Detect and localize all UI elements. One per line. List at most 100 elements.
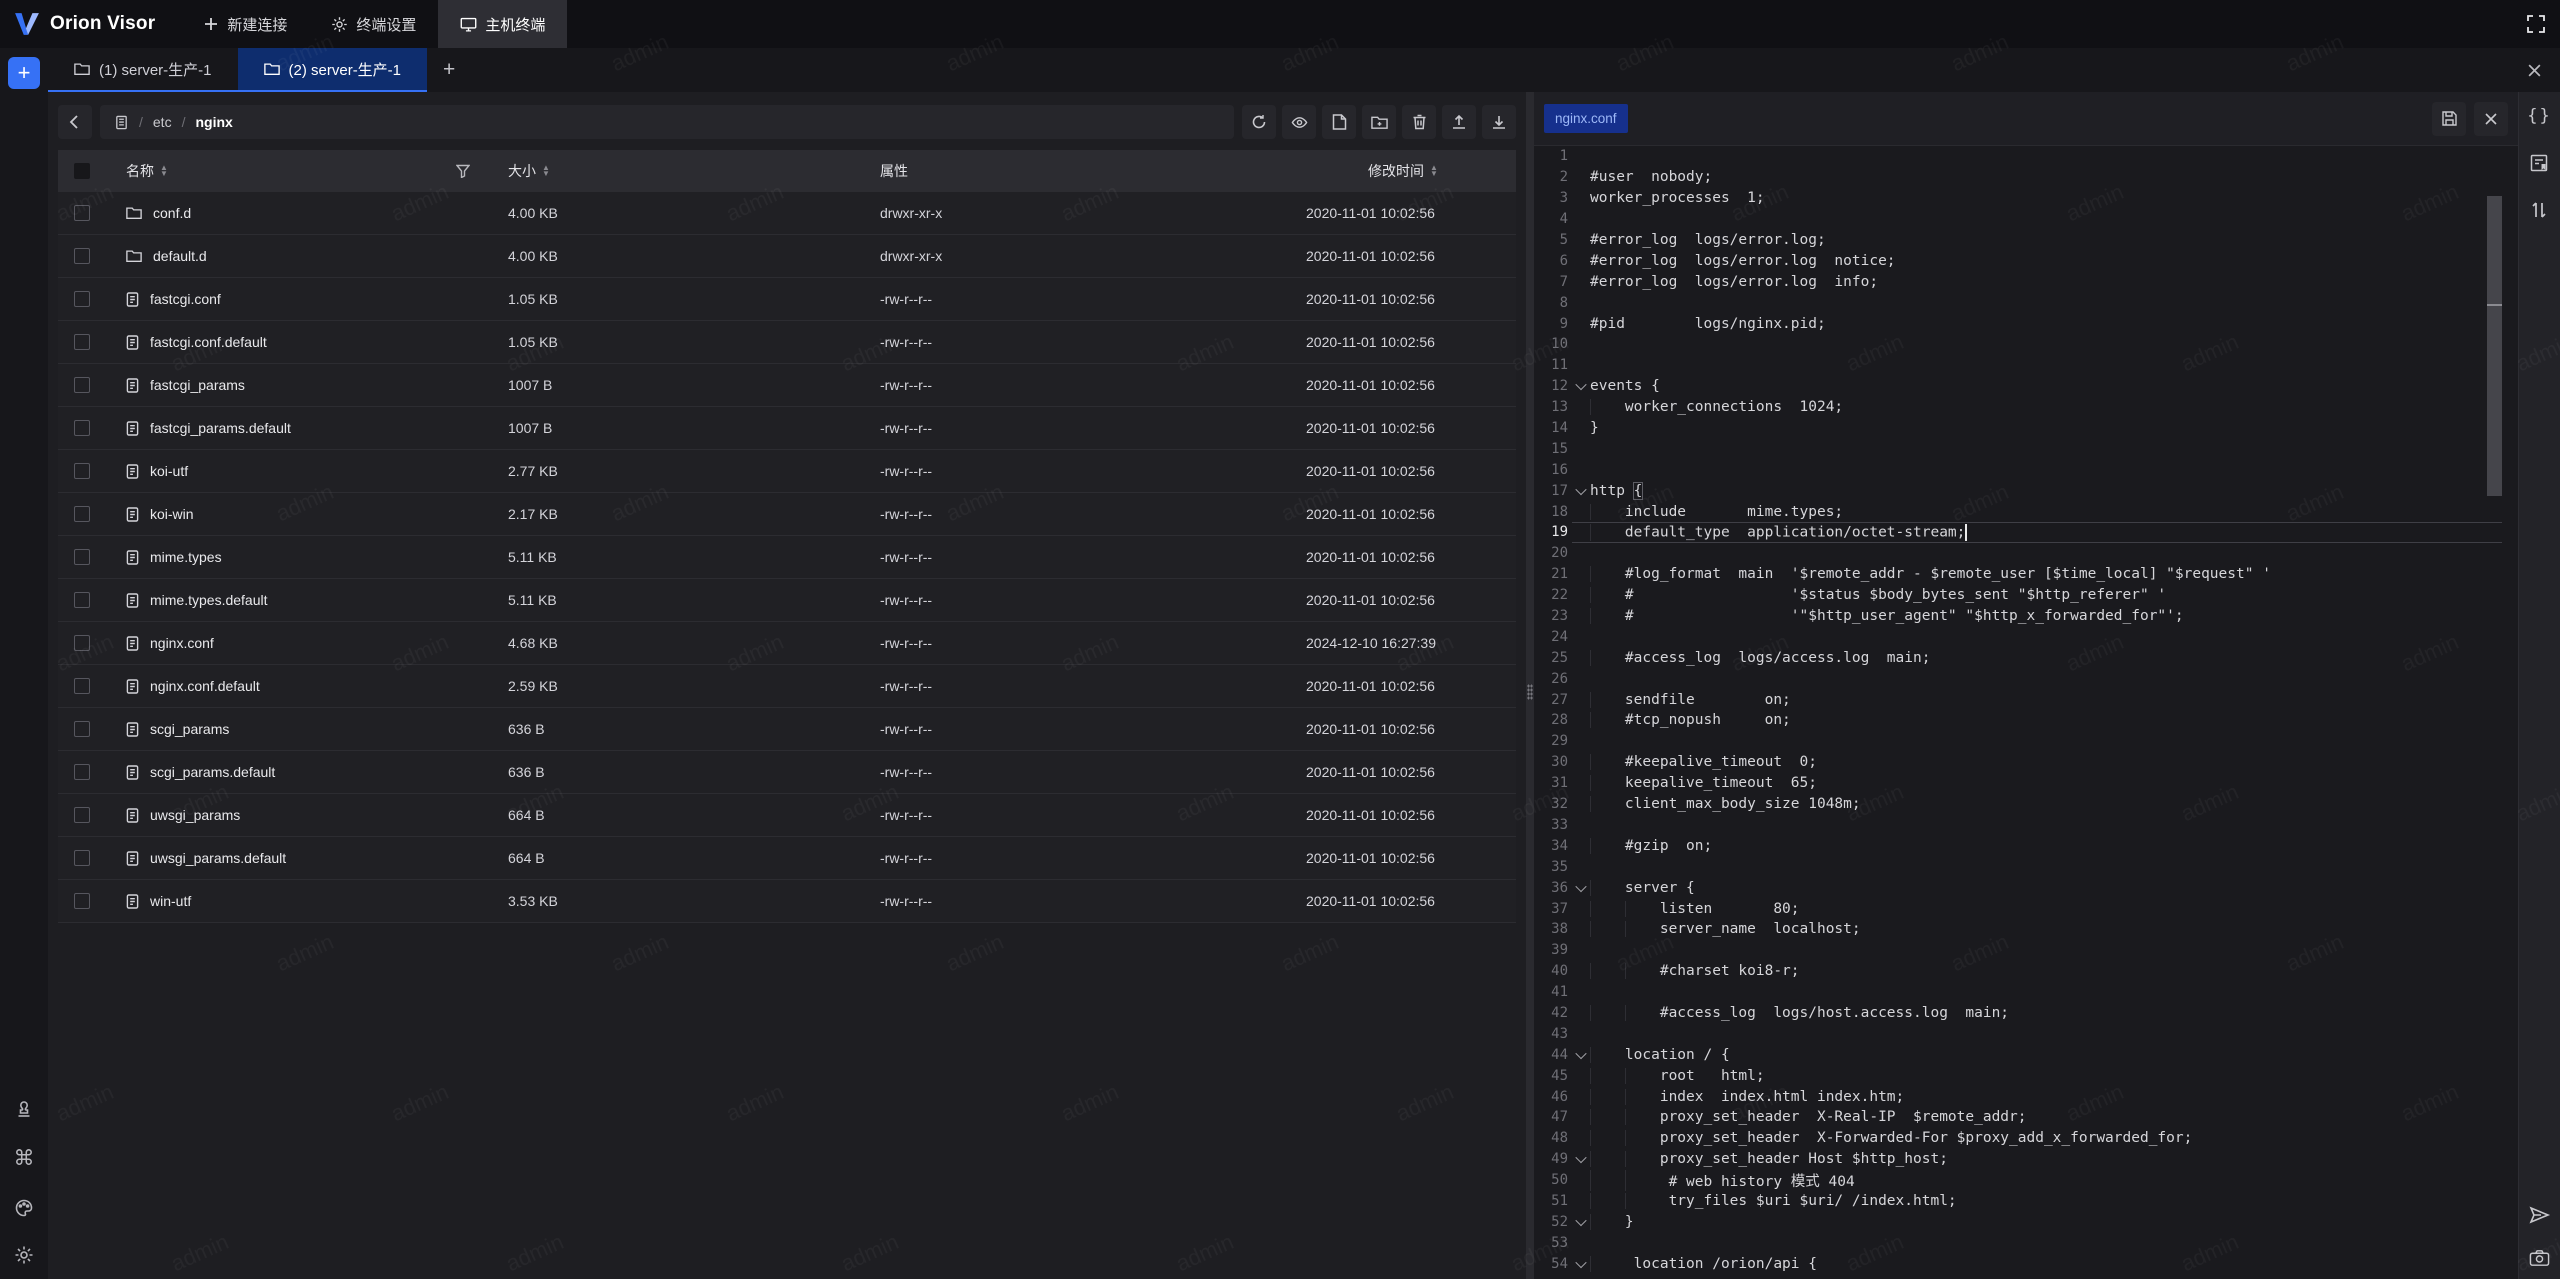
code-line[interactable]: 54 location /orion/api {	[1534, 1253, 2518, 1274]
code-line[interactable]: 22 # '$status $body_bytes_sent "$http_re…	[1534, 585, 2518, 606]
code-line[interactable]: 12events {	[1534, 376, 2518, 397]
code-line[interactable]: 48 proxy_set_header X-Forwarded-For $pro…	[1534, 1128, 2518, 1149]
fold-chevron-icon[interactable]	[1575, 1215, 1586, 1226]
code-line[interactable]: 43	[1534, 1023, 2518, 1044]
file-name-cell[interactable]: fastcgi_params.default	[114, 420, 496, 436]
code-line[interactable]: 18 include mime.types;	[1534, 501, 2518, 522]
table-row[interactable]: scgi_params.default636 B-rw-r--r--2020-1…	[58, 751, 1516, 794]
code-line[interactable]: 40 #charset koi8-r;	[1534, 961, 2518, 982]
code-line[interactable]: 1	[1534, 146, 2518, 167]
tab-server-1[interactable]: (1) server-生产-1	[48, 48, 238, 90]
file-name-cell[interactable]: mime.types	[114, 549, 496, 565]
new-file-button[interactable]	[1322, 105, 1356, 139]
code-line[interactable]: 29	[1534, 731, 2518, 752]
file-name-cell[interactable]: conf.d	[114, 205, 496, 221]
table-row[interactable]: koi-win2.17 KB-rw-r--r--2020-11-01 10:02…	[58, 493, 1516, 536]
table-row[interactable]: mime.types5.11 KB-rw-r--r--2020-11-01 10…	[58, 536, 1516, 579]
panel-resize-divider[interactable]	[1526, 92, 1534, 1279]
file-name-cell[interactable]: fastcgi.conf.default	[114, 334, 496, 350]
code-line[interactable]: 33	[1534, 815, 2518, 836]
file-name-cell[interactable]: scgi_params.default	[114, 764, 496, 780]
sort-arrows-icon[interactable]: ▲▼	[1430, 165, 1438, 177]
file-name-cell[interactable]: default.d	[114, 248, 496, 264]
row-checkbox[interactable]	[74, 721, 90, 737]
code-line[interactable]: 23 # '"$http_user_agent" "$http_x_forwar…	[1534, 606, 2518, 627]
code-line[interactable]: 11	[1534, 355, 2518, 376]
code-line[interactable]: 9#pid logs/nginx.pid;	[1534, 313, 2518, 334]
table-row[interactable]: koi-utf2.77 KB-rw-r--r--2020-11-01 10:02…	[58, 450, 1516, 493]
code-line[interactable]: 32 client_max_body_size 1048m;	[1534, 794, 2518, 815]
code-line[interactable]: 34 #gzip on;	[1534, 835, 2518, 856]
table-row[interactable]: uwsgi_params664 B-rw-r--r--2020-11-01 10…	[58, 794, 1516, 837]
code-line[interactable]: 30 #keepalive_timeout 0;	[1534, 752, 2518, 773]
fold-chevron-icon[interactable]	[1575, 1152, 1586, 1163]
fold-chevron-icon[interactable]	[1575, 484, 1586, 495]
code-line[interactable]: 14}	[1534, 418, 2518, 439]
menu-item-terminal-settings[interactable]: 终端设置	[309, 0, 438, 48]
refresh-button[interactable]	[1242, 105, 1276, 139]
table-row[interactable]: nginx.conf4.68 KB-rw-r--r--2024-12-10 16…	[58, 622, 1516, 665]
code-line[interactable]: 19 default_type application/octet-stream…	[1534, 522, 2518, 543]
row-checkbox[interactable]	[74, 291, 90, 307]
code-line[interactable]: 3worker_processes 1;	[1534, 188, 2518, 209]
close-icon[interactable]	[2527, 63, 2542, 78]
column-header-mtime[interactable]: 修改时间 ▲▼	[1288, 161, 1516, 181]
file-name-cell[interactable]: fastcgi.conf	[114, 291, 496, 307]
add-tab-button[interactable]: +	[427, 48, 471, 92]
file-name-cell[interactable]: koi-win	[114, 506, 496, 522]
row-checkbox[interactable]	[74, 807, 90, 823]
palette-icon[interactable]	[14, 1198, 34, 1218]
row-checkbox[interactable]	[74, 205, 90, 221]
row-checkbox[interactable]	[74, 506, 90, 522]
code-line[interactable]: 28 #tcp_nopush on;	[1534, 710, 2518, 731]
file-name-cell[interactable]: fastcgi_params	[114, 377, 496, 393]
fold-chevron-icon[interactable]	[1575, 379, 1586, 390]
code-line[interactable]: 44 location / {	[1534, 1044, 2518, 1065]
row-checkbox[interactable]	[74, 764, 90, 780]
file-name-cell[interactable]: win-utf	[114, 893, 496, 909]
fold-chevron-icon[interactable]	[1575, 881, 1586, 892]
table-row[interactable]: mime.types.default5.11 KB-rw-r--r--2020-…	[58, 579, 1516, 622]
code-line[interactable]: 13 worker_connections 1024;	[1534, 397, 2518, 418]
row-checkbox[interactable]	[74, 850, 90, 866]
code-line[interactable]: 25 #access_log logs/access.log main;	[1534, 647, 2518, 668]
table-row[interactable]: uwsgi_params.default664 B-rw-r--r--2020-…	[58, 837, 1516, 880]
code-line[interactable]: 21 #log_format main '$remote_addr - $rem…	[1534, 564, 2518, 585]
user-stamp-icon[interactable]	[14, 1099, 34, 1119]
file-name-cell[interactable]: koi-utf	[114, 463, 496, 479]
code-line[interactable]: 39	[1534, 940, 2518, 961]
code-line[interactable]: 53	[1534, 1232, 2518, 1253]
row-checkbox[interactable]	[74, 420, 90, 436]
code-line[interactable]: 35	[1534, 856, 2518, 877]
code-line[interactable]: 45 root html;	[1534, 1065, 2518, 1086]
menu-item-host-terminal[interactable]: 主机终端	[438, 0, 567, 48]
upload-button[interactable]	[1442, 105, 1476, 139]
table-row[interactable]: nginx.conf.default2.59 KB-rw-r--r--2020-…	[58, 665, 1516, 708]
fold-chevron-icon[interactable]	[1575, 1257, 1586, 1268]
row-checkbox[interactable]	[74, 893, 90, 909]
table-row[interactable]: default.d4.00 KBdrwxr-xr-x2020-11-01 10:…	[58, 235, 1516, 278]
code-line[interactable]: 26	[1534, 668, 2518, 689]
code-line[interactable]: 15	[1534, 438, 2518, 459]
table-row[interactable]: fastcgi.conf1.05 KB-rw-r--r--2020-11-01 …	[58, 278, 1516, 321]
row-checkbox[interactable]	[74, 549, 90, 565]
code-line[interactable]: 10	[1534, 334, 2518, 355]
camera-icon[interactable]	[2529, 1249, 2550, 1267]
code-line[interactable]: 37 listen 80;	[1534, 898, 2518, 919]
table-row[interactable]: conf.d4.00 KBdrwxr-xr-x2020-11-01 10:02:…	[58, 192, 1516, 235]
table-row[interactable]: win-utf3.53 KB-rw-r--r--2020-11-01 10:02…	[58, 880, 1516, 923]
code-line[interactable]: 8	[1534, 292, 2518, 313]
code-line[interactable]: 50 # web history 模式 404	[1534, 1170, 2518, 1191]
brand[interactable]: Orion Visor	[0, 0, 181, 48]
fold-chevron-icon[interactable]	[1575, 1048, 1586, 1059]
code-line[interactable]: 5#error_log logs/error.log;	[1534, 230, 2518, 251]
row-checkbox[interactable]	[74, 248, 90, 264]
code-line[interactable]: 7#error_log logs/error.log info;	[1534, 271, 2518, 292]
row-checkbox[interactable]	[74, 377, 90, 393]
code-line[interactable]: 17http {	[1534, 480, 2518, 501]
menu-item-new-connection[interactable]: 新建连接	[181, 0, 309, 48]
filter-icon[interactable]	[456, 164, 470, 178]
download-button[interactable]	[1482, 105, 1516, 139]
column-header-name[interactable]: 名称 ▲▼	[114, 161, 496, 181]
code-line[interactable]: 24	[1534, 626, 2518, 647]
